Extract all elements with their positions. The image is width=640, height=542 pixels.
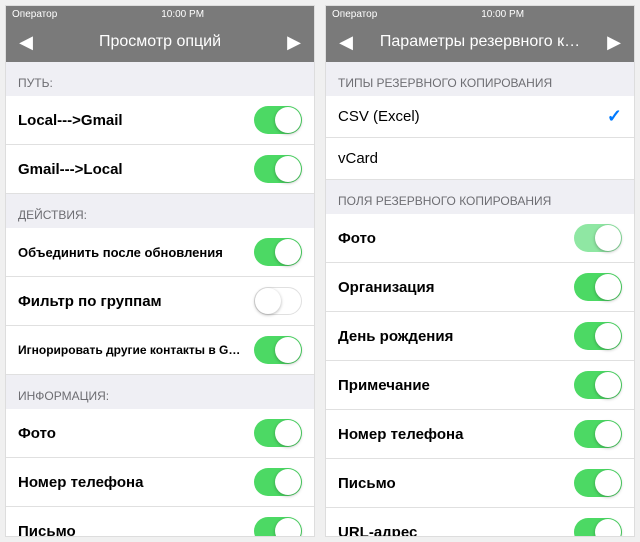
toggle[interactable] xyxy=(574,469,622,497)
toggle[interactable] xyxy=(574,273,622,301)
row-label: День рождения xyxy=(338,328,574,345)
row-photo[interactable]: Фото xyxy=(6,409,314,458)
row-label: Письмо xyxy=(338,475,574,492)
toggle[interactable] xyxy=(574,224,622,252)
toggle[interactable] xyxy=(254,106,302,134)
content: ПУТЬ: Local--->Gmail Gmail--->Local ДЕЙС… xyxy=(6,62,314,536)
row-vcard[interactable]: vCard xyxy=(326,138,634,180)
toggle[interactable] xyxy=(254,517,302,536)
row-label: Фильтр по группам xyxy=(18,293,254,310)
section-header-info: ИНФОРМАЦИЯ: xyxy=(6,375,314,409)
row-birthday[interactable]: День рождения xyxy=(326,312,634,361)
toggle[interactable] xyxy=(574,420,622,448)
row-label: Примечание xyxy=(338,377,574,394)
toggle[interactable] xyxy=(254,155,302,183)
status-bar: Оператор 10:00 PM xyxy=(6,6,314,22)
row-label: Объединить после обновления xyxy=(18,245,254,260)
row-note[interactable]: Примечание xyxy=(326,361,634,410)
toggle[interactable] xyxy=(254,238,302,266)
toggle[interactable] xyxy=(254,287,302,315)
row-label: Организация xyxy=(338,279,574,296)
toggle[interactable] xyxy=(574,371,622,399)
section-header-types: ТИПЫ РЕЗЕРВНОГО КОПИРОВАНИЯ xyxy=(326,62,634,96)
row-label: Фото xyxy=(338,230,574,247)
time-label: 10:00 PM xyxy=(161,9,204,20)
section-header-actions: ДЕЙСТВИЯ: xyxy=(6,194,314,228)
row-url[interactable]: URL-адрес xyxy=(326,508,634,536)
nav-back-icon[interactable]: ◀ xyxy=(16,32,36,53)
row-label: URL-адрес xyxy=(338,524,574,537)
row-photo[interactable]: Фото xyxy=(326,214,634,263)
nav-bar: ◀ Просмотр опций ▶ xyxy=(6,22,314,62)
row-label: Письмо xyxy=(18,523,254,537)
toggle[interactable] xyxy=(574,322,622,350)
row-gmail-local[interactable]: Gmail--->Local xyxy=(6,145,314,194)
checkmark-icon: ✓ xyxy=(607,106,622,127)
row-label: Номер телефона xyxy=(18,474,254,491)
time-label: 10:00 PM xyxy=(481,9,524,20)
row-label: CSV (Excel) xyxy=(338,108,607,125)
nav-bar: ◀ Параметры резервного к… ▶ xyxy=(326,22,634,62)
row-email[interactable]: Письмо xyxy=(6,507,314,536)
nav-forward-icon[interactable]: ▶ xyxy=(604,32,624,53)
status-bar: Оператор 10:00 PM xyxy=(326,6,634,22)
toggle[interactable] xyxy=(254,468,302,496)
nav-title: Параметры резервного к… xyxy=(356,33,604,51)
toggle[interactable] xyxy=(574,518,622,536)
row-label: Номер телефона xyxy=(338,426,574,443)
row-csv-excel[interactable]: CSV (Excel) ✓ xyxy=(326,96,634,138)
row-label: Игнорировать другие контакты в Gmail xyxy=(18,343,254,357)
carrier-label: Оператор xyxy=(332,9,377,20)
section-header-fields: ПОЛЯ РЕЗЕРВНОГО КОПИРОВАНИЯ xyxy=(326,180,634,214)
nav-title: Просмотр опций xyxy=(36,33,284,51)
row-phone-number[interactable]: Номер телефона xyxy=(6,458,314,507)
row-label: Local--->Gmail xyxy=(18,112,254,129)
row-phone-number[interactable]: Номер телефона xyxy=(326,410,634,459)
left-phone: Оператор 10:00 PM ◀ Просмотр опций ▶ ПУТ… xyxy=(5,5,315,537)
nav-back-icon[interactable]: ◀ xyxy=(336,32,356,53)
row-local-gmail[interactable]: Local--->Gmail xyxy=(6,96,314,145)
carrier-label: Оператор xyxy=(12,9,57,20)
row-ignore-other-contacts[interactable]: Игнорировать другие контакты в Gmail xyxy=(6,326,314,375)
row-label: vCard xyxy=(338,150,622,167)
nav-forward-icon[interactable]: ▶ xyxy=(284,32,304,53)
row-merge-after-update[interactable]: Объединить после обновления xyxy=(6,228,314,277)
content: ТИПЫ РЕЗЕРВНОГО КОПИРОВАНИЯ CSV (Excel) … xyxy=(326,62,634,536)
right-phone: Оператор 10:00 PM ◀ Параметры резервного… xyxy=(325,5,635,537)
row-email[interactable]: Письмо xyxy=(326,459,634,508)
toggle[interactable] xyxy=(254,419,302,447)
section-header-path: ПУТЬ: xyxy=(6,62,314,96)
row-label: Gmail--->Local xyxy=(18,161,254,178)
row-filter-groups[interactable]: Фильтр по группам xyxy=(6,277,314,326)
row-organization[interactable]: Организация xyxy=(326,263,634,312)
toggle[interactable] xyxy=(254,336,302,364)
row-label: Фото xyxy=(18,425,254,442)
